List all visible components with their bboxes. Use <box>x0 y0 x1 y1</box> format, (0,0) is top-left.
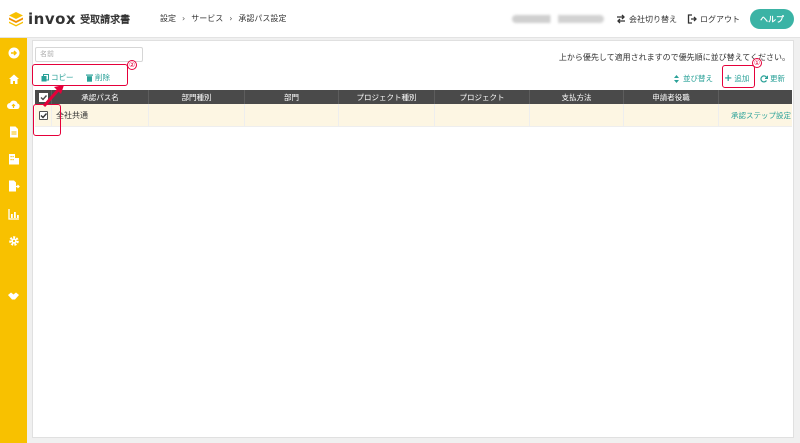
logo-mark-icon <box>8 11 24 27</box>
switch-company-link[interactable]: 会社切り替え <box>616 14 677 25</box>
breadcrumb-item-service[interactable]: サービス <box>191 13 223 24</box>
row-dept <box>245 104 339 127</box>
row-project-type <box>339 104 435 127</box>
table-header: 承認パス名 部門種別 部門 プロジェクト種別 プロジェクト 支払方法 申請者役職 <box>35 90 792 104</box>
logo-word: invox <box>28 9 77 28</box>
breadcrumb-separator-icon: › <box>182 14 186 23</box>
row-project <box>435 104 530 127</box>
breadcrumb: 設定 › サービス › 承認パス設定 <box>160 13 286 24</box>
app-logo[interactable]: invox 受取請求書 <box>8 10 146 28</box>
annotation-box-copy-delete <box>32 64 128 86</box>
refresh-button[interactable]: 更新 <box>760 73 785 84</box>
sort-button[interactable]: 並び替え <box>674 73 713 84</box>
annotation-badge-1: ① <box>752 58 762 68</box>
approval-step-settings-link[interactable]: 承認ステップ設定 <box>719 104 792 127</box>
name-search-input[interactable]: 名前 <box>35 47 143 62</box>
switch-arrows-icon <box>617 14 625 24</box>
refresh-label: 更新 <box>770 74 785 83</box>
logo-product-name: 受取請求書 <box>80 15 131 26</box>
column-header-dept[interactable]: 部門 <box>245 90 339 104</box>
refresh-icon <box>760 74 768 83</box>
column-header-dept-type[interactable]: 部門種別 <box>149 90 245 104</box>
sort-icon <box>674 74 679 83</box>
annotation-box-add <box>722 65 755 88</box>
gear-icon[interactable] <box>6 233 21 248</box>
handshake-icon[interactable] <box>6 288 21 303</box>
building-icon[interactable] <box>6 151 21 166</box>
annotation-badge-2: ② <box>127 60 137 70</box>
breadcrumb-item-current: 承認パス設定 <box>238 14 287 23</box>
home-icon[interactable] <box>6 71 21 86</box>
arrow-right-circle-icon[interactable] <box>6 45 21 60</box>
annotation-box-row-checkbox <box>33 104 61 136</box>
breadcrumb-item-settings[interactable]: 設定 <box>160 13 176 24</box>
top-header: invox 受取請求書 設定 › サービス › 承認パス設定 会社切り替え ログ… <box>0 0 800 38</box>
row-payment <box>530 104 624 127</box>
row-dept-type <box>149 104 245 127</box>
help-button[interactable]: ヘルプ <box>750 9 794 29</box>
blurred-user-name <box>512 15 604 23</box>
column-header-project-type[interactable]: プロジェクト種別 <box>339 90 435 104</box>
chart-icon[interactable] <box>6 206 21 221</box>
logout-icon <box>687 14 697 24</box>
logout-label: ログアウト <box>700 14 740 24</box>
sidebar <box>0 38 27 443</box>
column-header-action <box>719 90 792 104</box>
switch-company-label: 会社切り替え <box>629 14 677 24</box>
table-row[interactable]: 全社共通 承認ステップ設定 <box>35 104 792 127</box>
document-export-icon[interactable] <box>6 178 21 193</box>
sort-label: 並び替え <box>683 74 713 83</box>
logout-link[interactable]: ログアウト <box>687 14 740 25</box>
annotation-arrow-icon <box>42 85 64 107</box>
row-role <box>624 104 719 127</box>
cloud-upload-icon[interactable] <box>6 97 21 112</box>
document-icon[interactable] <box>6 124 21 139</box>
column-header-project[interactable]: プロジェクト <box>435 90 530 104</box>
column-header-role[interactable]: 申請者役職 <box>624 90 719 104</box>
breadcrumb-separator-icon: › <box>229 14 233 23</box>
column-header-payment[interactable]: 支払方法 <box>530 90 624 104</box>
